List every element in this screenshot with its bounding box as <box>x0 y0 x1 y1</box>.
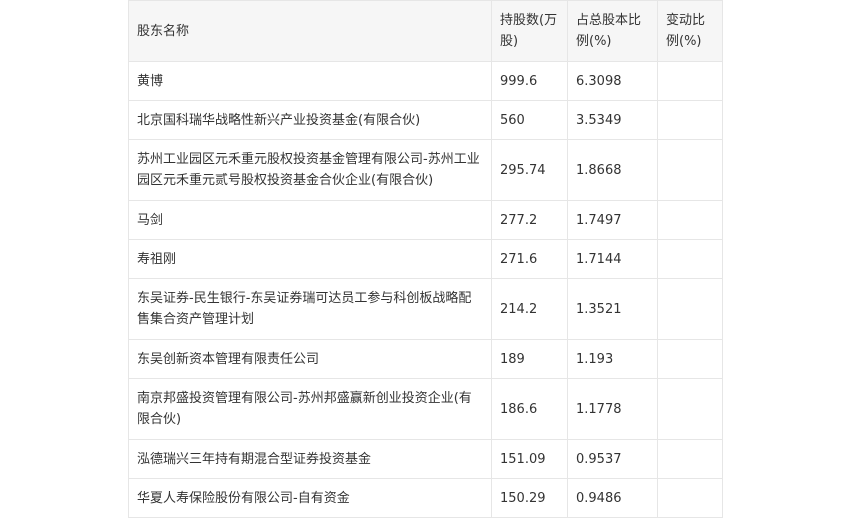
change-value <box>657 278 723 340</box>
table-row: 东吴创新资本管理有限责任公司 189 1.193 <box>128 339 723 379</box>
shareholder-name: 北京国科瑞华战略性新兴产业投资基金(有限合伙) <box>128 100 492 140</box>
shareholder-name: 苏州工业园区元禾重元股权投资基金管理有限公司-苏州工业园区元禾重元贰号股权投资基… <box>128 139 492 201</box>
table-row: 苏州工业园区元禾重元股权投资基金管理有限公司-苏州工业园区元禾重元贰号股权投资基… <box>128 139 723 201</box>
shares-value: 271.6 <box>491 239 568 279</box>
ratio-value: 0.9486 <box>567 478 658 518</box>
ratio-value: 3.5349 <box>567 100 658 140</box>
shares-value: 277.2 <box>491 200 568 240</box>
header-ratio: 占总股本比例(%) <box>567 0 658 62</box>
shareholders-table: 股东名称 持股数(万股) 占总股本比例(%) 变动比例(%) 黄博 999.6 … <box>128 0 723 518</box>
change-value <box>657 139 723 201</box>
table-row: 寿祖刚 271.6 1.7144 <box>128 239 723 279</box>
table-row: 马剑 277.2 1.7497 <box>128 200 723 240</box>
change-value <box>657 339 723 379</box>
shareholder-name: 华夏人寿保险股份有限公司-自有资金 <box>128 478 492 518</box>
header-shares: 持股数(万股) <box>491 0 568 62</box>
shares-value: 150.29 <box>491 478 568 518</box>
shareholder-name: 马剑 <box>128 200 492 240</box>
change-value <box>657 239 723 279</box>
change-value <box>657 61 723 101</box>
ratio-value: 0.9537 <box>567 439 658 479</box>
shareholder-name: 泓德瑞兴三年持有期混合型证券投资基金 <box>128 439 492 479</box>
header-shareholder-name: 股东名称 <box>128 0 492 62</box>
header-change: 变动比例(%) <box>657 0 723 62</box>
shares-value: 189 <box>491 339 568 379</box>
change-value <box>657 200 723 240</box>
change-value <box>657 378 723 440</box>
change-value <box>657 100 723 140</box>
ratio-value: 1.193 <box>567 339 658 379</box>
shareholder-name: 东吴证券-民生银行-东吴证券瑞可达员工参与科创板战略配售集合资产管理计划 <box>128 278 492 340</box>
shareholder-name: 南京邦盛投资管理有限公司-苏州邦盛赢新创业投资企业(有限合伙) <box>128 378 492 440</box>
shareholder-name: 寿祖刚 <box>128 239 492 279</box>
ratio-value: 1.3521 <box>567 278 658 340</box>
table-row: 北京国科瑞华战略性新兴产业投资基金(有限合伙) 560 3.5349 <box>128 100 723 140</box>
shares-value: 560 <box>491 100 568 140</box>
shares-value: 295.74 <box>491 139 568 201</box>
table-header-row: 股东名称 持股数(万股) 占总股本比例(%) 变动比例(%) <box>128 0 723 62</box>
ratio-value: 1.8668 <box>567 139 658 201</box>
ratio-value: 1.7497 <box>567 200 658 240</box>
shareholder-name: 黄博 <box>128 61 492 101</box>
table-row: 东吴证券-民生银行-东吴证券瑞可达员工参与科创板战略配售集合资产管理计划 214… <box>128 278 723 340</box>
table-row: 华夏人寿保险股份有限公司-自有资金 150.29 0.9486 <box>128 478 723 518</box>
shares-value: 151.09 <box>491 439 568 479</box>
shares-value: 214.2 <box>491 278 568 340</box>
table-row: 南京邦盛投资管理有限公司-苏州邦盛赢新创业投资企业(有限合伙) 186.6 1.… <box>128 378 723 440</box>
ratio-value: 1.1778 <box>567 378 658 440</box>
table-row: 泓德瑞兴三年持有期混合型证券投资基金 151.09 0.9537 <box>128 439 723 479</box>
change-value <box>657 439 723 479</box>
change-value <box>657 478 723 518</box>
ratio-value: 1.7144 <box>567 239 658 279</box>
shares-value: 186.6 <box>491 378 568 440</box>
shares-value: 999.6 <box>491 61 568 101</box>
table-row: 黄博 999.6 6.3098 <box>128 61 723 101</box>
ratio-value: 6.3098 <box>567 61 658 101</box>
shareholder-name: 东吴创新资本管理有限责任公司 <box>128 339 492 379</box>
